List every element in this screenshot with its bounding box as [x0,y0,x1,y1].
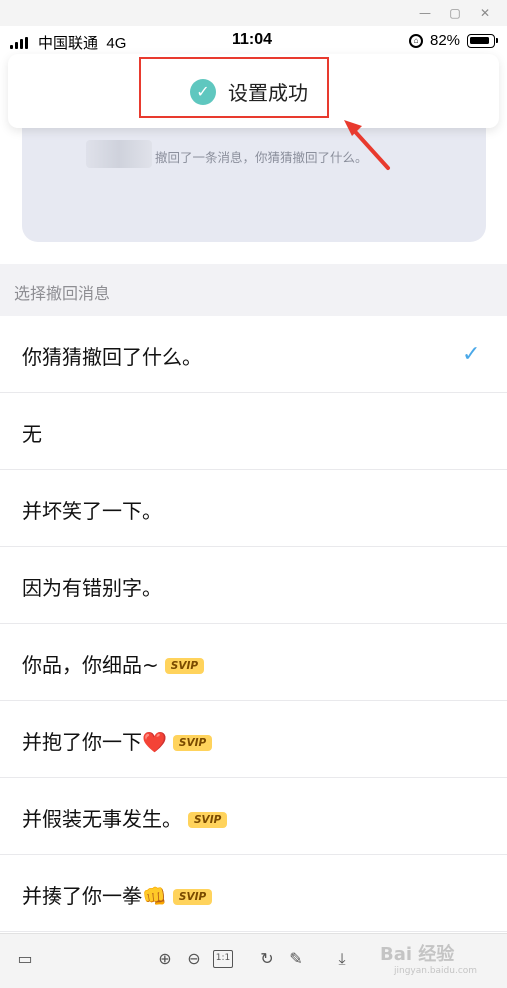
actual-size-icon[interactable]: 1:1 [213,950,233,968]
highlight-box [139,57,329,118]
network-label: 4G [106,35,127,52]
svip-badge: SVIP [164,658,205,674]
option-text: 并假装无事发生。 [22,807,182,831]
option-text: 并抱了你一下 [22,730,142,754]
watermark: Bai 经验 jingyan.baidu.com [380,944,478,976]
svip-badge: SVIP [172,735,213,751]
option-label: 你猜猜撤回了什么。 [22,341,202,370]
option-row[interactable]: 你品，你细品~ SVIP [0,624,507,701]
screen: — ▢ ✕ 中国联通 4G 11:04 ⌂ 82% 撤回了一条消息，你猜猜撤回了… [0,0,507,988]
option-list: 你猜猜撤回了什么。 ✓ 无并坏笑了一下。 因为有错别字。 你品，你细品~ SVIP 并抱了你… [0,316,507,933]
red-arrow-icon [344,120,390,170]
zoom-in-icon[interactable]: ⊕ [154,948,176,970]
battery-percent: 82% [430,32,461,49]
option-label: 无 [22,418,42,447]
option-text: 你猜猜撤回了什么。 [22,345,202,369]
section-title: 选择撤回消息 [14,284,111,303]
option-emoji: ❤️ [142,730,167,754]
option-row[interactable]: 无 [0,393,507,470]
svip-badge: SVIP [172,889,213,905]
svip-badge: SVIP [188,812,228,828]
status-bar: 中国联通 4G 11:04 ⌂ 82% [0,26,507,56]
option-text: 并揍了你一拳 [22,884,142,908]
rotation-lock-icon: ⌂ [409,34,423,48]
carrier-label: 中国联通 4G [38,35,127,52]
option-label: 你品，你细品~ SVIP [22,649,205,678]
option-row[interactable]: 因为有错别字。 [0,547,507,624]
option-row[interactable]: 你猜猜撤回了什么。 ✓ [0,316,507,393]
edit-icon[interactable]: ✎ [285,948,307,970]
option-text: 因为有错别字。 [22,576,162,600]
rotate-icon[interactable]: ↻ [256,948,278,970]
close-icon[interactable]: ✕ [476,4,494,22]
option-row[interactable]: 并坏笑了一下。 [0,470,507,547]
battery-icon [467,34,498,48]
option-label: 并揍了你一拳👊 SVIP [22,880,213,909]
window-titlebar: — ▢ ✕ [0,0,507,26]
option-row[interactable]: 并假装无事发生。 SVIP [0,778,507,855]
option-row[interactable]: 并揍了你一拳👊 SVIP [0,855,507,932]
option-emoji: 👊 [142,884,167,908]
option-row[interactable]: 并抱了你一下❤️ SVIP [0,701,507,778]
option-label: 并假装无事发生。 SVIP [22,803,228,832]
signal-icon [10,37,32,49]
option-label: 并抱了你一下❤️ SVIP [22,726,213,755]
option-text: 你品，你细品~ [22,653,159,677]
download-icon[interactable]: ⤓ [331,948,353,970]
minimize-icon[interactable]: — [416,4,434,22]
blurred-username [86,140,152,168]
option-label: 并坏笑了一下。 [22,495,162,524]
maximize-icon[interactable]: ▢ [446,4,464,22]
thumbnail-icon[interactable]: ▭ [14,948,36,970]
option-label: 因为有错别字。 [22,572,162,601]
zoom-out-icon[interactable]: ⊖ [183,948,205,970]
selected-check-icon: ✓ [462,342,481,367]
option-text: 并坏笑了一下。 [22,499,162,523]
status-time: 11:04 [232,31,273,48]
preview-message: 撤回了一条消息，你猜猜撤回了什么。 [155,150,368,165]
option-text: 无 [22,422,42,446]
